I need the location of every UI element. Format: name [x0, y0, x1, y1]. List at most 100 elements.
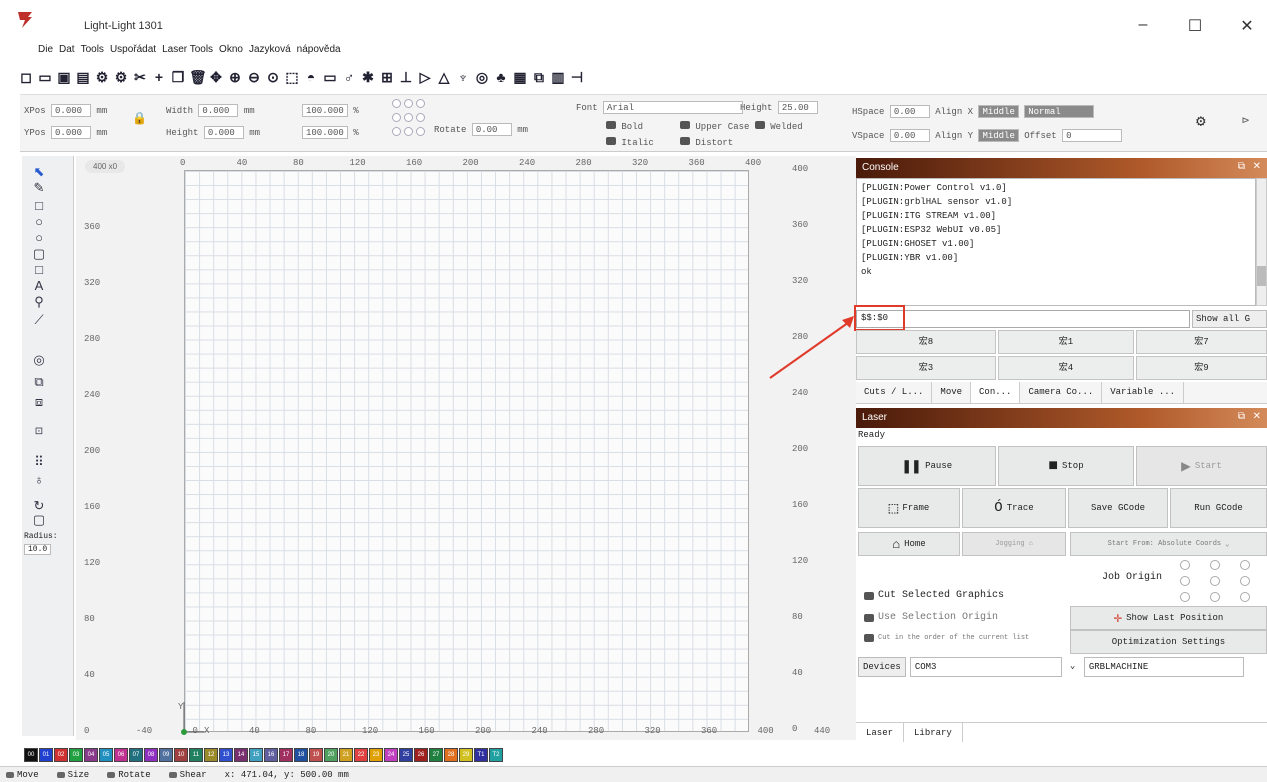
laser-close-icon[interactable]: ✕	[1253, 411, 1261, 422]
tab-laser[interactable]: Laser	[856, 723, 905, 742]
radius-input[interactable]: 10.0	[24, 544, 52, 555]
font-select[interactable]: Arial	[603, 101, 744, 114]
open-icon[interactable]: ▭	[37, 69, 53, 85]
offset-input[interactable]: 0	[1062, 129, 1123, 142]
welded-checkbox[interactable]	[754, 121, 765, 129]
copy-tool-icon[interactable]: ⊡	[30, 426, 48, 437]
console-scrollbar[interactable]	[1256, 178, 1267, 306]
show-all-gcode-button[interactable]: Show all G	[1192, 310, 1267, 328]
macro-button[interactable]: 宏8	[856, 330, 996, 354]
device-profile-select[interactable]: GRBLMACHINE	[1083, 657, 1244, 677]
anchor-radio-ml[interactable]	[392, 113, 401, 122]
union-tool-icon[interactable]: ⧈	[30, 394, 48, 410]
close-button[interactable]: ✕	[1232, 16, 1262, 36]
status-shear[interactable]: Shear	[168, 770, 207, 780]
trace-button[interactable]: Ó Trace	[962, 488, 1066, 528]
color-swatch[interactable]: 16	[264, 748, 278, 762]
frame-button[interactable]: ⬚ Frame	[858, 488, 960, 528]
macro-button[interactable]: 宏1	[998, 330, 1134, 354]
color-swatch[interactable]: 07	[129, 748, 143, 762]
frame-tool-icon[interactable]: ▢	[30, 512, 48, 528]
console-float-icon[interactable]: ⧉	[1238, 161, 1245, 172]
job-origin-radio-tl[interactable]	[1180, 560, 1190, 570]
color-swatch[interactable]: T1	[474, 748, 488, 762]
text-tool-icon[interactable]: A	[30, 278, 48, 293]
anchor-radio-tc[interactable]	[404, 99, 413, 108]
color-swatch[interactable]: 10	[174, 748, 188, 762]
job-origin-radio-tc[interactable]	[1210, 560, 1220, 570]
color-swatch[interactable]: T2	[489, 748, 503, 762]
italic-checkbox[interactable]	[606, 137, 616, 145]
cut-icon[interactable]: ✂	[132, 69, 148, 85]
menu-item-tools[interactable]: Tools	[81, 44, 104, 62]
tab-cuts-layers[interactable]: Cuts / L...	[856, 382, 933, 403]
measure-tool-icon[interactable]: ⟋	[30, 312, 48, 328]
menu-item-dat[interactable]: Dat	[59, 44, 75, 62]
node-icon[interactable]: ♣	[493, 69, 509, 85]
save-gcode-button[interactable]: Save GCode	[1068, 488, 1168, 528]
star-icon[interactable]: ✱	[360, 69, 376, 85]
use-selection-origin-checkbox[interactable]	[864, 613, 874, 622]
job-origin-radio-mr[interactable]	[1240, 576, 1250, 586]
hspace-input[interactable]: 0.00	[889, 105, 930, 118]
anchor-radio-br[interactable]	[416, 127, 425, 136]
anchor-radio-bl[interactable]	[392, 127, 401, 136]
new-icon[interactable]: ◻	[18, 69, 34, 85]
laser-float-icon[interactable]: ⧉	[1238, 411, 1245, 422]
color-swatch[interactable]: 27	[429, 748, 443, 762]
color-swatch[interactable]: 15	[249, 748, 263, 762]
tab-camera-control[interactable]: Camera Co...	[1020, 382, 1103, 403]
color-swatch[interactable]: 28	[444, 748, 458, 762]
offset-tool-icon[interactable]: ◎	[30, 352, 48, 368]
status-size[interactable]: Size	[56, 770, 89, 780]
job-origin-radio-tr[interactable]	[1240, 560, 1250, 570]
pause-button[interactable]: ❚❚ Pause	[858, 446, 996, 486]
weld-icon[interactable]: ⧉	[531, 69, 547, 85]
normal-select[interactable]: Normal	[1024, 105, 1095, 118]
move-icon[interactable]: +	[151, 69, 167, 85]
anchor-radio-tl[interactable]	[392, 99, 401, 108]
rotate-input[interactable]: 0.00	[471, 123, 512, 136]
devices-button[interactable]: Devices	[858, 657, 906, 677]
macro-button[interactable]: 宏7	[1136, 330, 1267, 354]
lock-ratio-icon[interactable]: 🔒	[132, 111, 147, 126]
color-swatch[interactable]: 25	[399, 748, 413, 762]
circle-tool-icon[interactable]: ○	[30, 230, 48, 245]
start-button[interactable]: ▶ Start	[1136, 446, 1267, 486]
menu-item-language[interactable]: Jazyková	[249, 44, 291, 62]
color-swatch[interactable]: 29	[459, 748, 473, 762]
ruler-icon[interactable]: ⊣	[569, 69, 585, 85]
settings-icon[interactable]: ⚙	[94, 69, 110, 85]
cut-selected-checkbox[interactable]	[864, 591, 874, 600]
color-swatch[interactable]: 09	[159, 748, 173, 762]
color-swatch[interactable]: 26	[414, 748, 428, 762]
upper-case-checkbox[interactable]	[680, 121, 690, 129]
apply-icon[interactable]: ⊳	[1242, 113, 1249, 128]
job-origin-radio-br[interactable]	[1240, 592, 1250, 602]
color-swatch[interactable]: 14	[234, 748, 248, 762]
tab-move[interactable]: Move	[932, 382, 972, 403]
align-y-select[interactable]: Middle	[978, 129, 1019, 142]
status-move[interactable]: Move	[6, 770, 39, 780]
status-rotate[interactable]: Rotate	[107, 770, 151, 780]
stop-button[interactable]: ■ Stop	[998, 446, 1134, 486]
device-settings-icon[interactable]: ⚙	[113, 69, 129, 85]
tab-library[interactable]: Library	[904, 723, 963, 742]
distort-checkbox[interactable]	[680, 137, 690, 145]
home-button[interactable]: ⌂ Home	[858, 532, 960, 556]
grid-icon[interactable]: ▦	[512, 69, 528, 85]
rectangle-tool-icon[interactable]: □	[30, 198, 48, 213]
show-last-position-button[interactable]: ✛ Show Last Position	[1070, 606, 1267, 630]
anchor-radio-tr[interactable]	[416, 99, 425, 108]
color-swatch[interactable]: 17	[279, 748, 293, 762]
job-origin-radio-bl[interactable]	[1180, 592, 1190, 602]
cut-order-checkbox[interactable]	[864, 634, 874, 642]
zoom-out-icon[interactable]: ⊖	[246, 69, 262, 85]
select-tool-icon[interactable]: ⬉	[30, 164, 48, 180]
color-swatch[interactable]: 05	[99, 748, 113, 762]
color-swatch[interactable]: 12	[204, 748, 218, 762]
pen-tool-icon[interactable]: ✎	[30, 180, 48, 196]
color-swatch[interactable]: 13	[219, 748, 233, 762]
workspace-grid[interactable]	[184, 170, 749, 732]
delete-icon[interactable]: 🗑	[189, 69, 207, 85]
